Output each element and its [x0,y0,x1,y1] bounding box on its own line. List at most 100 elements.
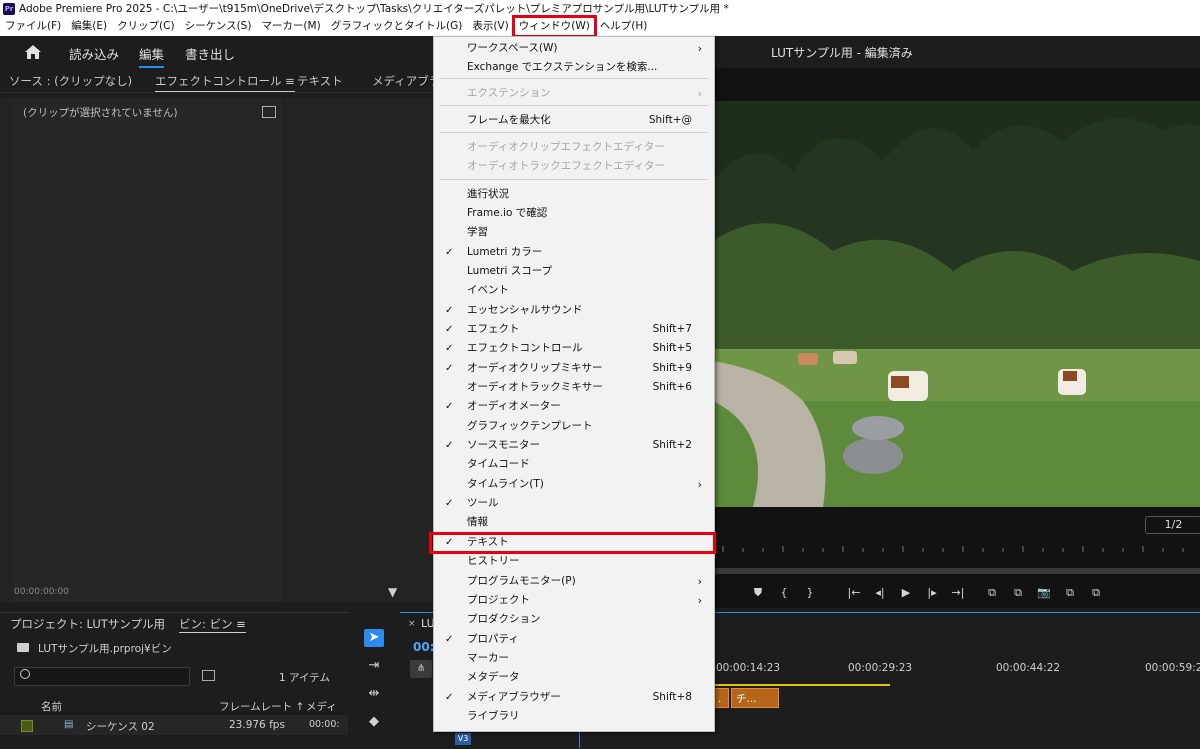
menu-edit[interactable]: 編集(E) [66,17,112,36]
menu-separator [440,105,708,106]
window-menu-item[interactable]: ✓ オーディオクリップミキサー Shift+9 [434,359,714,378]
window-menu-item[interactable]: ✓ メディアブラウザー Shift+8 [434,688,714,707]
razor-tool-icon[interactable]: ◆ [364,713,384,731]
menu-item-shortcut: Shift+9 [652,362,692,374]
home-icon[interactable] [24,44,42,60]
menu-item-label: オーディオトラックエフェクトエディター [467,160,666,172]
tab-import[interactable]: 読み込み [69,44,119,63]
step-forward-icon[interactable]: |▸ [919,583,945,603]
window-menu-item[interactable]: Frame.io で確認 [434,204,714,223]
window-menu-item[interactable]: プロジェクト › [434,591,714,610]
go-to-out-icon[interactable]: →| [945,583,971,603]
checkmark-icon: ✓ [445,324,454,335]
window-menu-item[interactable]: 学習 [434,223,714,242]
time-marker: 00:00:59:2 [1145,662,1200,674]
panel-toggle-icon[interactable] [262,106,276,118]
selection-tool-icon[interactable]: ➤ [364,629,384,647]
window-menu-item[interactable]: 進行状況 [434,185,714,204]
tab-source[interactable]: ソース : (クリップなし) [9,73,132,89]
window-menu-item[interactable]: フレームを最大化 Shift+@ [434,111,714,130]
tab-project[interactable]: プロジェクト: LUTサンプル用 [10,616,165,632]
submenu-arrow-icon: › [697,478,702,491]
resolution-select[interactable]: 1/2 [1145,516,1200,534]
window-menu-item[interactable]: ライブラリ [434,707,714,726]
timeline-timecode[interactable]: 00: [413,640,435,654]
menu-item-label: プロジェクト [467,594,530,606]
program-ruler[interactable] [713,538,1200,558]
window-menu-item[interactable]: ✓ エフェクト Shift+7 [434,320,714,339]
new-bin-icon[interactable] [202,670,215,681]
menu-help[interactable]: ヘルプ(H) [595,17,653,36]
menu-item-label: ツール [467,497,499,509]
menu-item-label: 学習 [467,226,488,238]
window-menu-item[interactable]: ✓ オーディオメーター [434,397,714,416]
tab-bin[interactable]: ビン: ビン ≡ [179,616,246,633]
menu-window[interactable]: ウィンドウ(W) [511,15,597,38]
menu-marker[interactable]: マーカー(M) [256,17,325,36]
window-menu-item[interactable]: ✓ ソースモニター Shift+2 [434,436,714,455]
window-menu: ワークスペース(W) › Exchange でエクステンションを検索... エクステン… [433,36,715,732]
mark-in-icon[interactable]: { [771,583,797,603]
menu-separator [440,132,708,133]
tab-effect-controls[interactable]: エフェクトコントロール ≡ [155,73,295,92]
timeline-clip[interactable]: チ... [731,688,779,708]
extract-icon[interactable]: ⧉ [1005,583,1031,603]
window-menu-item[interactable]: マーカー [434,649,714,668]
menu-item-shortcut: Shift+6 [652,381,692,393]
ripple-edit-tool-icon[interactable]: ⇹ [364,685,384,703]
window-menu-item[interactable]: Lumetri スコープ [434,262,714,281]
window-menu-item[interactable]: オーディオトラックミキサー Shift+6 [434,378,714,397]
track-v3-badge[interactable]: V3 [455,733,471,745]
window-menu-item[interactable]: ✓ Lumetri カラー [434,243,714,262]
window-menu-item[interactable]: Exchange でエクステンションを検索... [434,58,714,77]
work-area-bar[interactable] [713,684,890,686]
lift-icon[interactable]: ⧉ [979,583,1005,603]
track-select-tool-icon[interactable]: ⇥ [364,657,384,675]
multicam-icon[interactable]: ⧉ [1083,583,1109,603]
step-back-icon[interactable]: ◂| [867,583,893,603]
window-menu-item[interactable]: 情報 [434,513,714,532]
window-menu-item[interactable]: ✓ エッセンシャルサウンド [434,301,714,320]
play-icon[interactable]: ▶ [893,583,919,603]
timeline-clip[interactable]: . [713,688,729,708]
window-menu-item[interactable]: イベント [434,281,714,300]
export-frame-icon[interactable]: 📷 [1031,583,1057,603]
window-menu-item[interactable]: メタデータ [434,668,714,687]
go-to-in-icon[interactable]: |← [841,583,867,603]
search-input[interactable] [14,667,190,686]
menu-item-label: エクステンション [467,87,551,99]
window-menu-item[interactable]: ヒストリー [434,552,714,571]
column-frame-rate[interactable]: フレームレート ↑ [219,699,304,714]
folder-icon [17,643,29,652]
window-menu-item[interactable]: タイムコード [434,455,714,474]
window-menu-item[interactable]: ✓ ツール [434,494,714,513]
menu-file[interactable]: ファイル(F) [0,17,66,36]
window-menu-item[interactable]: ワークスペース(W) › [434,39,714,58]
column-name[interactable]: 名前 [41,699,62,714]
tab-export[interactable]: 書き出し [185,44,235,63]
marker-icon[interactable]: ⛊ [745,583,771,603]
menu-clip[interactable]: クリップ(C) [112,17,180,36]
mark-out-icon[interactable]: } [797,583,823,603]
time-marker: 00:00:44:22 [996,662,1061,674]
close-icon[interactable]: × [408,619,416,629]
tab-edit[interactable]: 編集 [139,44,165,68]
menu-sequence[interactable]: シーケンス(S) [180,17,257,36]
window-menu-item[interactable]: プログラムモニター(P) › [434,572,714,591]
menu-view[interactable]: 表示(V) [467,17,513,36]
window-menu-item[interactable]: ✓ プロパティ [434,630,714,649]
column-media[interactable]: メディ [306,699,337,714]
filter-icon[interactable]: ▼ [388,585,397,599]
comparison-view-icon[interactable]: ⧉ [1057,583,1083,603]
window-menu-item[interactable]: ✓ エフェクトコントロール Shift+5 [434,339,714,358]
snap-icon[interactable]: ⋔ [410,660,432,678]
menu-item-label: 情報 [467,516,488,528]
window-menu-item[interactable]: タイムライン(T) › [434,475,714,494]
menu-graphics[interactable]: グラフィックとタイトル(G) [326,17,468,36]
tab-text[interactable]: テキスト [297,73,343,89]
label-color-swatch[interactable] [21,720,33,732]
window-menu-item[interactable]: グラフィックテンプレート [434,417,714,436]
program-scrollbar[interactable] [713,568,1200,574]
table-row[interactable] [0,715,348,735]
window-menu-item[interactable]: プロダクション [434,610,714,629]
